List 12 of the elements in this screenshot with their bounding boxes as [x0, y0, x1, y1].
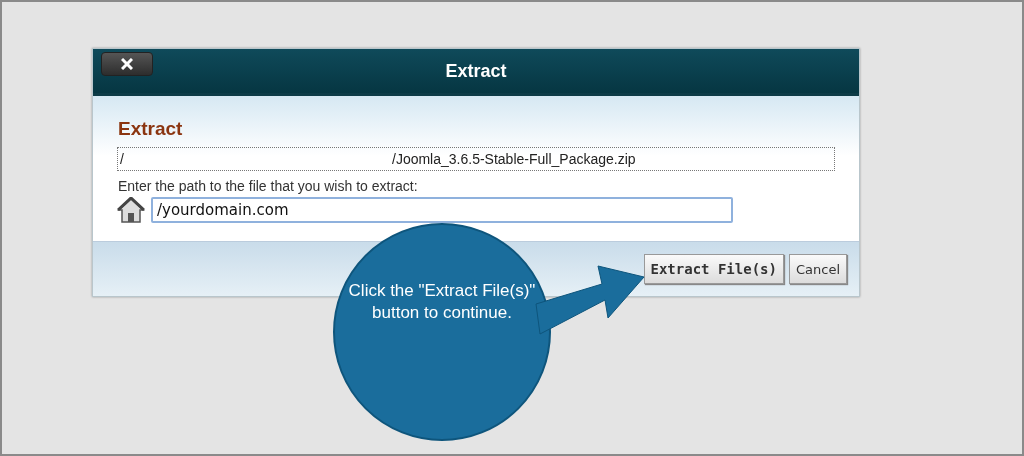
- archive-file-name: /Joomla_3.6.5-Stable-Full_Package.zip: [392, 151, 636, 167]
- callout-text: Click the "Extract File(s)" button to continue.: [347, 280, 537, 324]
- path-prompt: Enter the path to the file that you wish to extract:: [118, 178, 419, 194]
- house-icon: [117, 197, 145, 223]
- path-input-field[interactable]: /yourdomain.com: [151, 197, 733, 223]
- section-heading: Extract: [118, 118, 184, 140]
- close-icon: [121, 58, 133, 70]
- cancel-button[interactable]: Cancel: [788, 254, 847, 284]
- close-button[interactable]: [101, 52, 153, 76]
- directory-path: /: [120, 151, 125, 167]
- extract-button[interactable]: Extract File(s): [643, 254, 784, 284]
- dialog-title: Extract: [445, 60, 507, 82]
